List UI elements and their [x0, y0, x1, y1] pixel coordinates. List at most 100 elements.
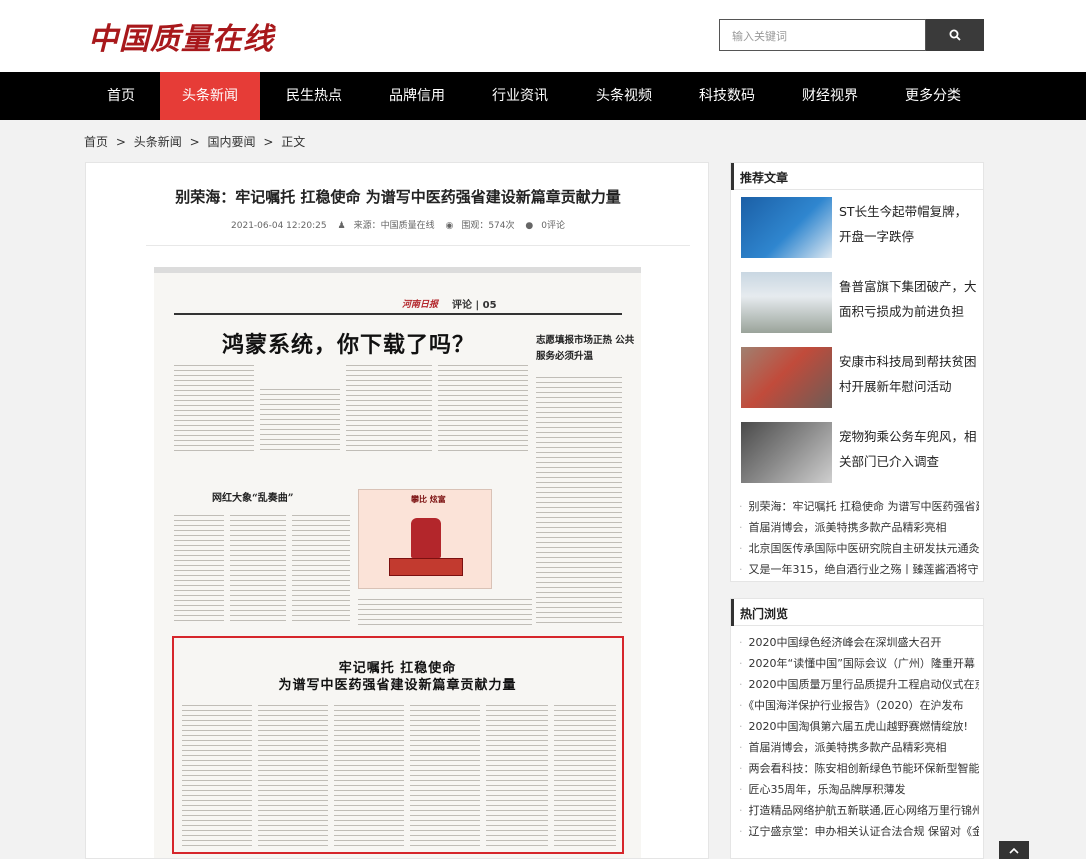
nav-item-more[interactable]: 更多分类 — [893, 72, 973, 120]
hot-link[interactable]: · 首届消博会，派美特携多款产品精彩亮相 — [739, 739, 979, 755]
hot-heading-text: 热门浏览 — [740, 607, 789, 621]
paper-headline-mid: 网红大象“乱奏曲” — [212, 493, 294, 504]
paper-topbar — [154, 267, 641, 273]
nav-item-finance[interactable]: 财经视界 — [790, 72, 870, 120]
site-header: 中国质量在线 输入关键词 — [0, 0, 1086, 72]
paper-text-column — [410, 703, 480, 847]
recommended-item[interactable]: ST长生今起带帽复牌，开盘一字跌停 — [741, 197, 981, 259]
recommended-link-text[interactable]: 又是一年315，绝自酒行业之殇丨臻莲酱酒将守护 — [749, 563, 980, 576]
nav-item-home[interactable]: 首页 — [82, 72, 160, 120]
recommended-title[interactable]: ST长生今起带帽复牌，开盘一字跌停 — [839, 199, 979, 249]
bullet: · — [739, 741, 743, 754]
hot-link[interactable]: · 2020中国淘俱第六届五虎山越野赛燃情绽放! — [739, 718, 979, 734]
bullet: · — [739, 657, 743, 670]
hot-link-text[interactable]: 2020中国绿色经济峰会在深圳盛大召开 — [749, 636, 942, 649]
nav-item-brand-credit[interactable]: 品牌信用 — [377, 72, 457, 120]
paper-text-column — [292, 513, 350, 623]
breadcrumb-domestic[interactable]: 国内要闻 — [207, 135, 255, 149]
article-comments[interactable]: 0评论 — [541, 221, 565, 231]
recommended-title[interactable]: 安康市科技局到帮扶贫困村开展新年慰问活动 — [839, 349, 979, 399]
paper-cartoon: 攀比 炫富 — [358, 489, 492, 589]
bullet: · — [739, 804, 743, 817]
article-meta: 2021-06-04 12:20:25 ♟ 来源：中国质量在线 ◉ 围观：574次 … — [86, 218, 708, 231]
hot-link[interactable]: · 2020年“读懂中国”国际会议（广州）隆重开幕 — [739, 655, 979, 671]
divider — [146, 245, 690, 246]
hot-link-text[interactable]: 2020中国淘俱第六届五虎山越野赛燃情绽放! — [749, 720, 968, 733]
user-icon: ♟ — [337, 221, 346, 231]
paper-text-column — [554, 703, 616, 847]
breadcrumb-separator: > — [263, 135, 274, 149]
paper-text-column — [536, 375, 622, 625]
recommended-thumbnail[interactable] — [741, 272, 832, 333]
breadcrumb-home[interactable]: 首页 — [84, 135, 108, 149]
paper-text-column — [182, 703, 252, 847]
recommended-link[interactable]: · 北京国医传承国际中医研究院自主研发扶元通灸 — [739, 540, 979, 556]
hot-panel: 热门浏览 · 2020中国绿色经济峰会在深圳盛大召开 · 2020年“读懂中国”国际… — [730, 598, 984, 859]
cartoon-label: 攀比 炫富 — [411, 495, 446, 504]
hot-link[interactable]: · 《中国海洋保护行业报告》（2020）在沪发布 — [739, 697, 979, 713]
paper-header: 河南日报 评论 | 05 — [174, 293, 622, 315]
article-views: 围观：574次 — [461, 221, 515, 231]
hot-link-text[interactable]: 两会看科技：陈安相创新绿色节能环保新型智能 — [749, 762, 980, 775]
bullet: · — [739, 563, 743, 576]
hot-link-text[interactable]: 打造精品网络护航五新联通,匠心网络万里行锦州 — [749, 804, 980, 817]
article-panel: 别荣海：牢记嘱托 扛稳使命 为谱写中医药强省建设新篇章贡献力量 2021-06-… — [85, 162, 709, 859]
recommended-thumbnail[interactable] — [741, 347, 832, 408]
breadcrumb-separator: > — [189, 135, 200, 149]
bullet: · — [739, 521, 743, 534]
bullet: · — [739, 678, 743, 691]
recommended-thumbnail[interactable] — [741, 197, 832, 258]
main-nav: 首页 头条新闻 民生热点 品牌信用 行业资讯 头条视频 科技数码 财经视界 更多… — [0, 72, 1086, 120]
recommended-link-text[interactable]: 北京国医传承国际中医研究院自主研发扶元通灸 — [749, 542, 980, 555]
hot-link-text[interactable]: 辽宁盛京堂：申办相关认证合法合规 保留对《金 — [749, 825, 980, 838]
recommended-item[interactable]: 宠物狗乘公务车兜风，相关部门已介入调查 — [741, 422, 981, 484]
recommended-link[interactable]: · 别荣海：牢记嘱托 扛稳使命 为谱写中医药强省建 — [739, 498, 979, 514]
search-button[interactable] — [926, 19, 984, 51]
nav-item-tech[interactable]: 科技数码 — [687, 72, 767, 120]
cartoon-figure — [411, 518, 441, 558]
bullet: · — [739, 699, 743, 712]
recommended-heading-text: 推荐文章 — [740, 171, 789, 185]
breadcrumb-current: 正文 — [281, 135, 306, 149]
hot-link[interactable]: · 2020中国绿色经济峰会在深圳盛大召开 — [739, 634, 979, 650]
hot-link[interactable]: · 辽宁盛京堂：申办相关认证合法合规 保留对《金 — [739, 823, 979, 839]
recommended-thumbnail[interactable] — [741, 422, 832, 483]
hot-link[interactable]: · 两会看科技：陈安相创新绿色节能环保新型智能 — [739, 760, 979, 776]
nav-item-videos[interactable]: 头条视频 — [584, 72, 664, 120]
breadcrumb-headlines[interactable]: 头条新闻 — [134, 135, 182, 149]
hot-link[interactable]: · 2020中国质量万里行品质提升工程启动仪式在京 — [739, 676, 979, 692]
nav-item-industry-news[interactable]: 行业资讯 — [480, 72, 560, 120]
search-input[interactable]: 输入关键词 — [719, 19, 926, 51]
back-to-top-button[interactable] — [999, 841, 1029, 859]
recommended-title[interactable]: 鲁普富旗下集团破产，大面积亏损成为前进负担 — [839, 274, 979, 324]
hot-link-text[interactable]: 匠心35周年，乐淘品牌厚积薄发 — [749, 783, 906, 796]
article-title: 别荣海：牢记嘱托 扛稳使命 为谱写中医药强省建设新篇章贡献力量 — [175, 188, 621, 206]
hot-link[interactable]: · 匠心35周年，乐淘品牌厚积薄发 — [739, 781, 979, 797]
hot-link-text[interactable]: 《中国海洋保护行业报告》（2020）在沪发布 — [749, 699, 964, 712]
search-icon — [949, 29, 961, 41]
recommended-link[interactable]: · 首届消博会，派美特携多款产品精彩亮相 — [739, 519, 979, 535]
paper-text-column — [346, 363, 432, 453]
hot-link[interactable]: · 打造精品网络护航五新联通,匠心网络万里行锦州 — [739, 802, 979, 818]
paper-text-column — [260, 387, 340, 453]
recommended-item[interactable]: 安康市科技局到帮扶贫困村开展新年慰问活动 — [741, 347, 981, 409]
recommended-link[interactable]: · 又是一年315，绝自酒行业之殇丨臻莲酱酒将守护 — [739, 561, 979, 577]
hot-link-text[interactable]: 2020年“读懂中国”国际会议（广州）隆重开幕 — [749, 657, 975, 670]
hot-link-text[interactable]: 2020中国质量万里行品质提升工程启动仪式在京 — [749, 678, 980, 691]
bullet: · — [739, 636, 743, 649]
bullet: · — [739, 783, 743, 796]
recommended-title[interactable]: 宠物狗乘公务车兜风，相关部门已介入调查 — [839, 424, 979, 474]
paper-text-column — [174, 363, 254, 453]
heading-accent — [731, 599, 734, 626]
site-logo[interactable]: 中国质量在线 — [88, 14, 274, 58]
recommended-link-text[interactable]: 别荣海：牢记嘱托 扛稳使命 为谱写中医药强省建 — [749, 500, 980, 513]
nav-item-headlines[interactable]: 头条新闻 — [160, 72, 260, 120]
recommended-link-text[interactable]: 首届消博会，派美特携多款产品精彩亮相 — [749, 521, 947, 534]
recommended-item[interactable]: 鲁普富旗下集团破产，大面积亏损成为前进负担 — [741, 272, 981, 334]
nav-item-livelihood[interactable]: 民生热点 — [274, 72, 354, 120]
article-date: 2021-06-04 12:20:25 — [231, 221, 327, 231]
paper-headline-main: 鸿蒙系统，你下载了吗？ — [222, 332, 476, 358]
hot-link-text[interactable]: 首届消博会，派美特携多款产品精彩亮相 — [749, 741, 947, 754]
comment-icon: ● — [525, 221, 534, 231]
bullet: · — [739, 762, 743, 775]
